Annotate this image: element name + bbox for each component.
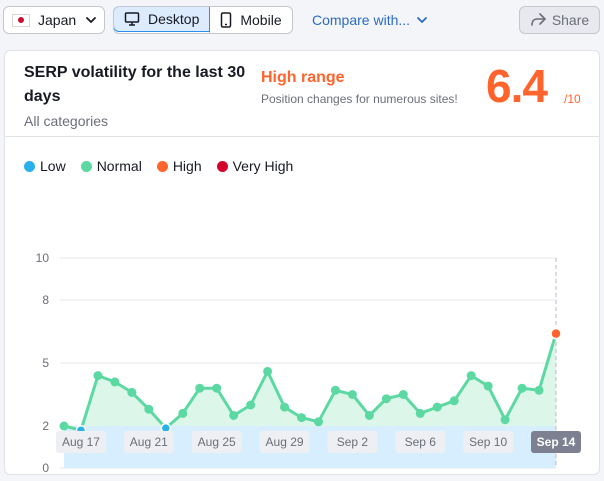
y-tick-label: 8 — [42, 293, 49, 307]
data-point-normal — [415, 408, 425, 418]
data-point-normal — [432, 402, 442, 412]
range-label: High range — [261, 69, 345, 86]
y-tick-label: 10 — [36, 251, 50, 265]
country-select[interactable]: Japan — [3, 6, 105, 34]
data-point-normal — [127, 387, 137, 397]
japan-flag-icon — [12, 13, 30, 27]
x-tick-label: Aug 17 — [62, 435, 100, 449]
data-point-normal — [229, 411, 239, 420]
x-tick-label: Aug 21 — [130, 435, 168, 449]
data-point-normal — [398, 390, 408, 399]
desktop-tab[interactable]: Desktop — [113, 7, 211, 32]
compare-dropdown[interactable]: Compare with... — [312, 12, 428, 28]
data-point-high — [550, 327, 562, 340]
data-point-normal — [500, 415, 510, 425]
mobile-icon — [221, 12, 232, 28]
data-point-normal — [195, 383, 205, 393]
chevron-down-icon — [86, 17, 97, 23]
desktop-tab-label: Desktop — [148, 11, 200, 27]
data-point-normal — [93, 371, 103, 381]
data-point-normal — [347, 390, 357, 399]
mobile-tab-label: Mobile — [240, 12, 282, 28]
y-tick-label: 5 — [42, 356, 49, 370]
data-point-normal — [517, 383, 527, 393]
data-point-normal — [313, 417, 323, 427]
y-tick-label: 0 — [42, 461, 49, 475]
x-tick-label: Sep 10 — [469, 435, 507, 449]
chevron-down-icon — [417, 17, 427, 23]
data-point-normal — [280, 402, 290, 412]
data-point-normal — [59, 421, 69, 431]
data-point-normal — [178, 408, 188, 418]
device-switch: Desktop Mobile — [113, 6, 293, 34]
compare-label: Compare with... — [312, 12, 411, 28]
data-point-normal — [246, 400, 256, 410]
share-button[interactable]: Share — [519, 6, 600, 34]
x-tick-label: Sep 2 — [337, 435, 369, 449]
data-point-normal — [297, 413, 307, 423]
data-point-normal — [381, 394, 391, 404]
mobile-tab[interactable]: Mobile — [209, 7, 291, 33]
volatility-card: SERP volatility for the last 30 days All… — [4, 50, 600, 475]
x-tick-label: Sep 14 — [537, 435, 576, 449]
data-point-normal — [364, 411, 374, 420]
x-tick-label: Aug 29 — [266, 435, 304, 449]
data-point-normal — [110, 377, 120, 387]
data-point-normal — [483, 381, 493, 391]
data-point-normal — [212, 383, 222, 393]
data-point-normal — [263, 366, 273, 376]
data-point-normal — [330, 385, 340, 395]
data-point-normal — [466, 371, 476, 381]
share-icon — [531, 13, 546, 26]
data-point-normal — [534, 385, 544, 395]
data-point-normal — [144, 404, 154, 414]
country-label: Japan — [38, 12, 77, 28]
x-tick-label: Sep 6 — [405, 435, 437, 449]
volatility-chart: 0 2 5 8 10 Aug 17 Aug 21 Aug 25 Aug 29 Sep 2 Sep 6… — [36, 251, 581, 475]
share-label: Share — [551, 12, 590, 28]
data-point-normal — [449, 396, 459, 406]
toolbar: Japan Desktop Mobile Compare with... Sha… — [0, 0, 604, 44]
y-tick-label: 2 — [42, 419, 49, 433]
desktop-icon — [124, 12, 140, 26]
x-tick-label: Aug 25 — [198, 435, 236, 449]
